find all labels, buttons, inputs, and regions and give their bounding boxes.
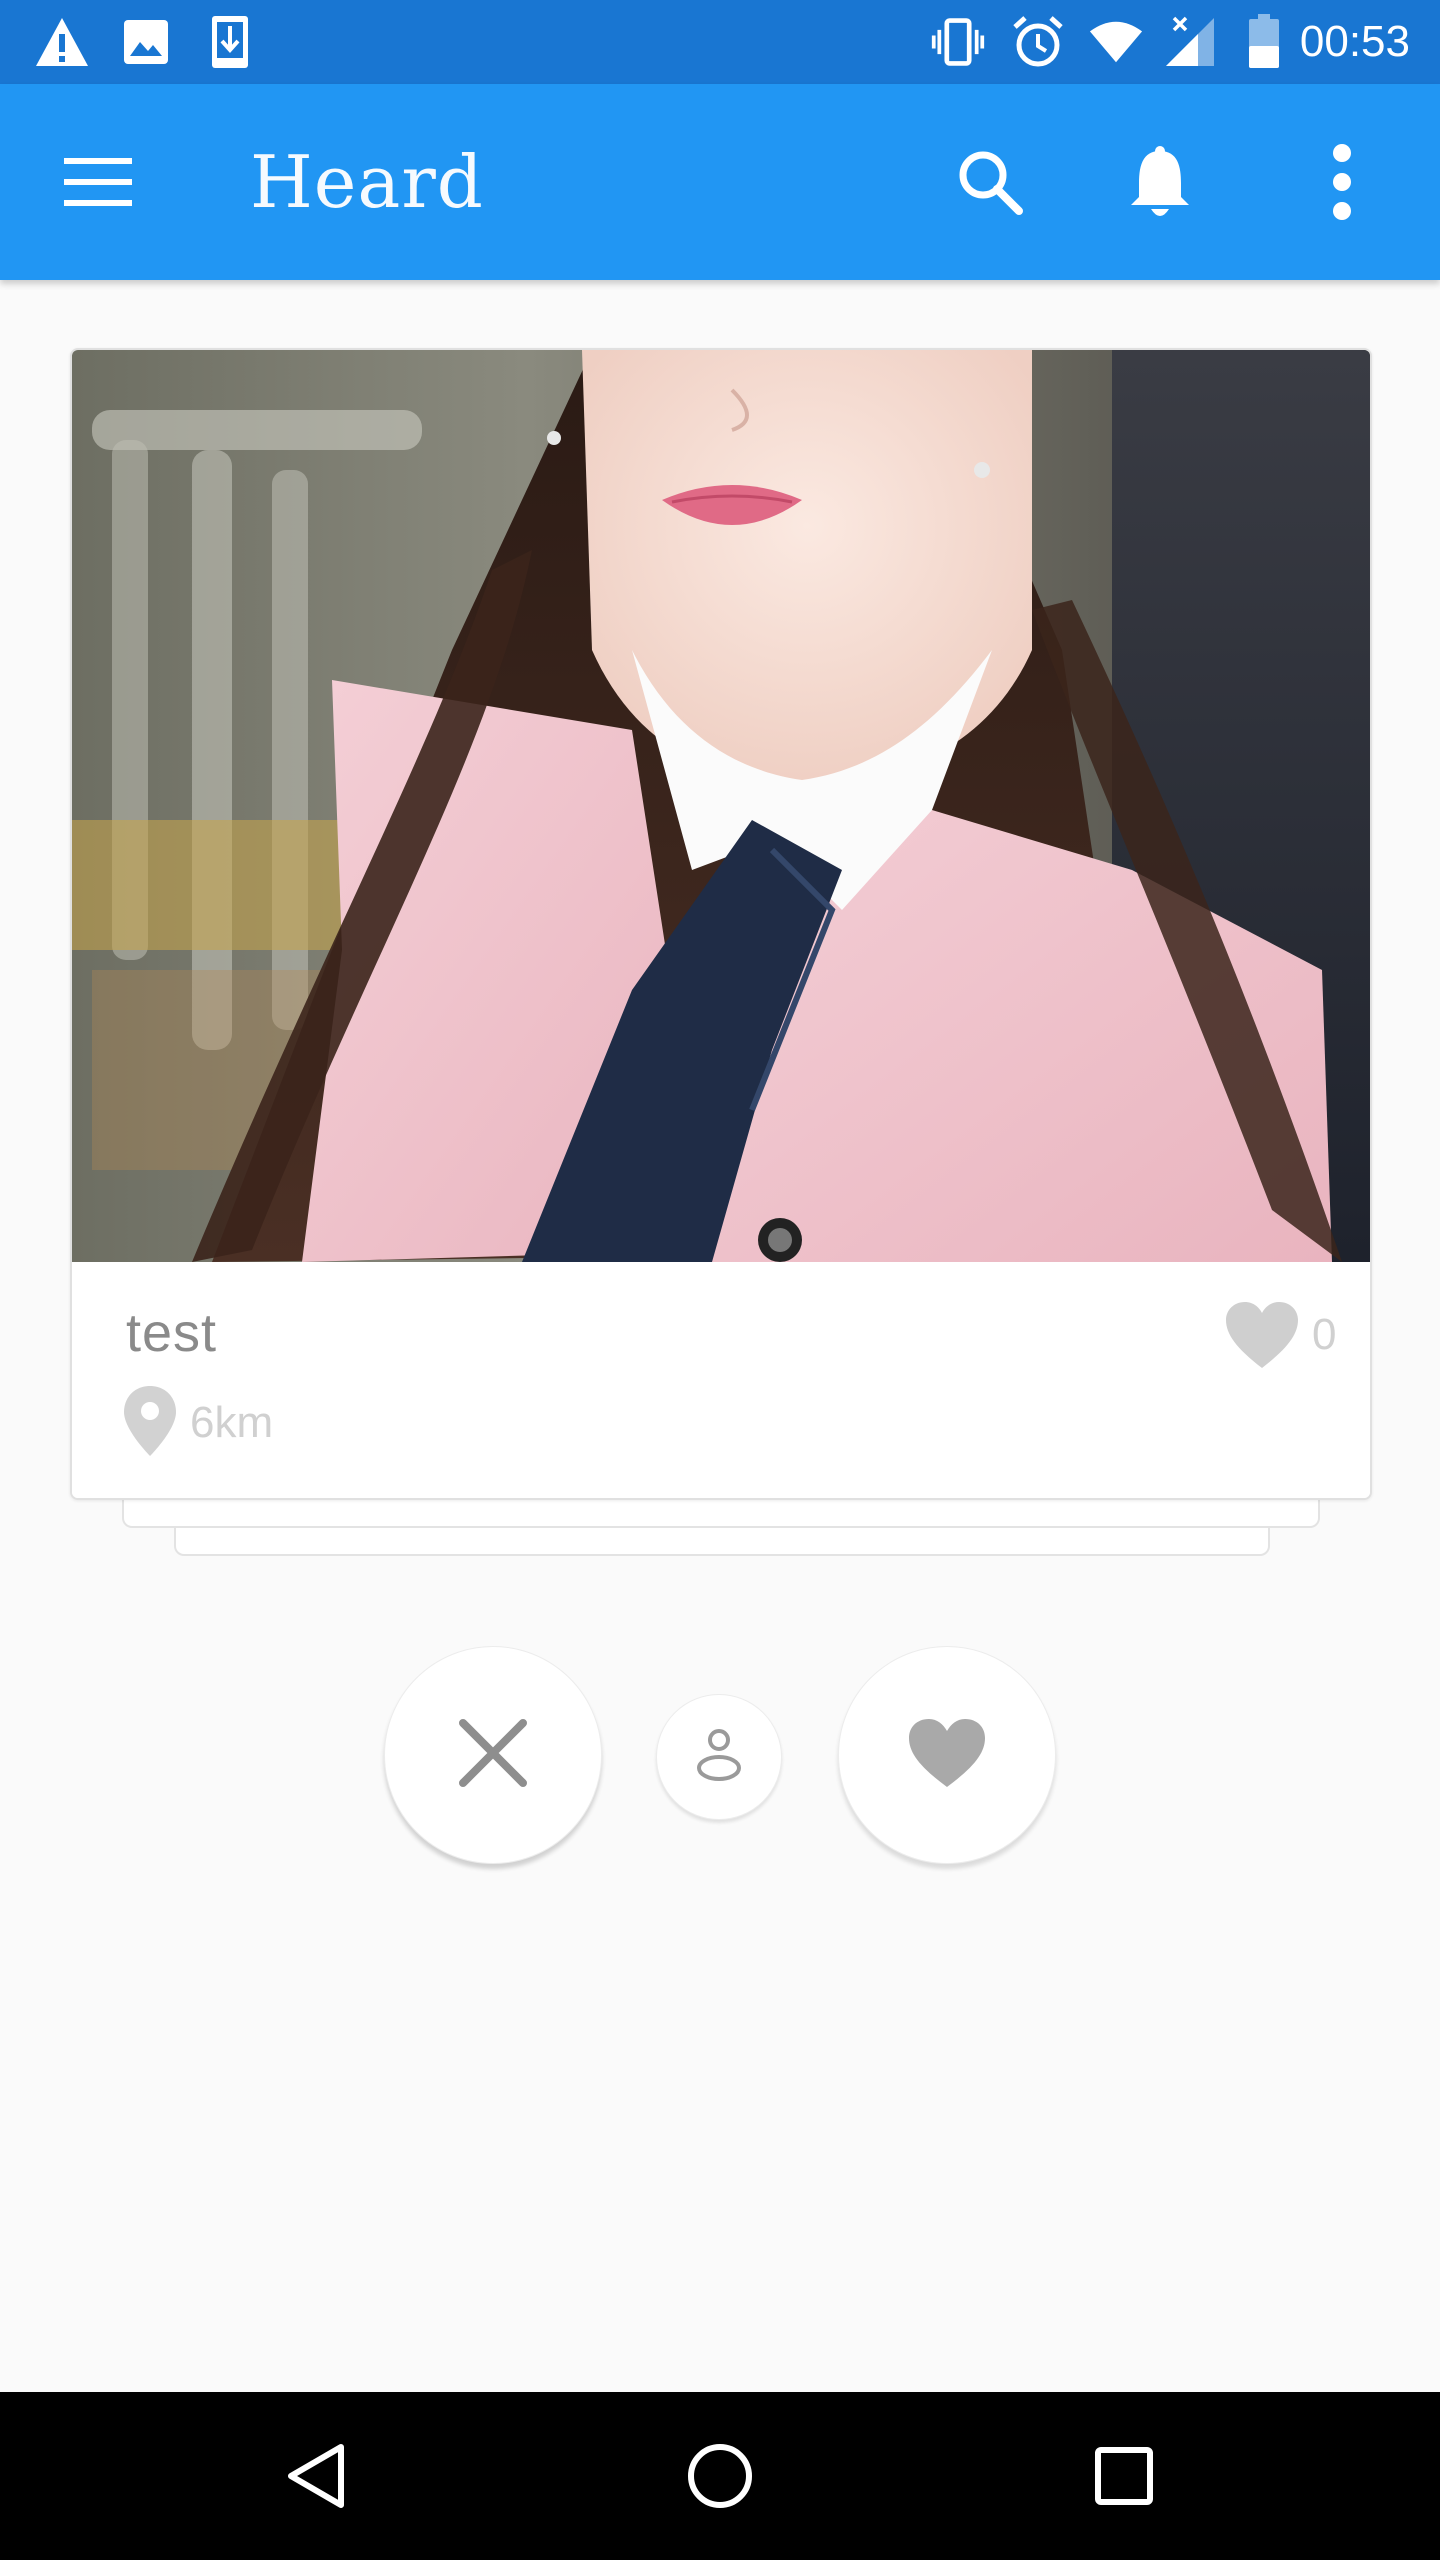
profile-photo — [72, 350, 1370, 1262]
close-icon — [457, 1717, 529, 1793]
heart-icon — [907, 1717, 987, 1793]
card-info: test 6km 0 — [72, 1262, 1370, 1498]
home-icon[interactable] — [670, 2426, 770, 2526]
recents-icon[interactable] — [1074, 2426, 1174, 2526]
profile-name: test — [126, 1303, 218, 1363]
like-count: 0 — [1312, 1310, 1337, 1359]
profile-card[interactable]: test 6km 0 — [70, 348, 1372, 1500]
menu-icon[interactable] — [50, 134, 146, 230]
person-icon — [695, 1728, 743, 1786]
profile-distance: 6km — [190, 1398, 274, 1447]
location-pin-icon — [120, 1384, 180, 1458]
image-icon — [118, 14, 174, 70]
like-button[interactable] — [838, 1646, 1056, 1864]
heart-icon[interactable] — [1224, 1300, 1300, 1370]
navigation-bar — [0, 2392, 1440, 2560]
more-vert-icon[interactable] — [1294, 134, 1390, 230]
status-time: 00:53 — [1299, 17, 1410, 66]
bell-icon[interactable] — [1112, 134, 1208, 230]
app-title: Heard — [250, 140, 484, 224]
download-icon — [202, 14, 258, 70]
profile-button[interactable] — [656, 1694, 782, 1820]
back-icon[interactable] — [266, 2426, 366, 2526]
signal-icon — [1162, 14, 1218, 70]
status-bar: 00:53 — [0, 0, 1440, 84]
search-icon[interactable] — [942, 134, 1038, 230]
wifi-icon — [1088, 14, 1144, 70]
vibrate-icon — [930, 14, 986, 70]
alarm-icon — [1010, 14, 1066, 70]
pass-button[interactable] — [384, 1646, 602, 1864]
warning-icon — [34, 14, 90, 70]
app-bar: Heard — [0, 84, 1440, 280]
battery-icon — [1236, 14, 1292, 70]
